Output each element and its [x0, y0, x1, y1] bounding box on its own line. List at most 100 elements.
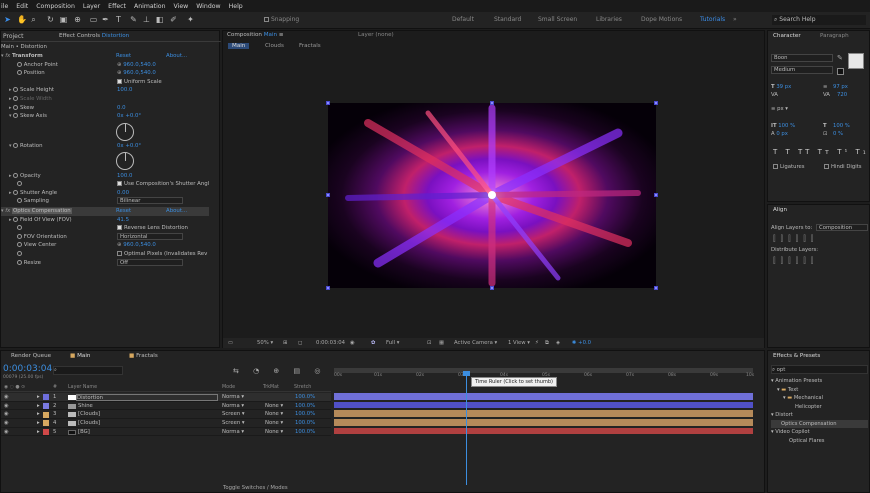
sampling-dropdown[interactable]: Bilinear: [117, 197, 183, 205]
resolution-dropdown[interactable]: Full ▾: [386, 338, 399, 348]
stopwatch-icon[interactable]: [13, 216, 19, 222]
reverse-lens-checkbox[interactable]: Reverse Lens Distortion: [117, 224, 188, 233]
tree-item[interactable]: ▾ Animation Presets: [771, 377, 868, 386]
breadcrumb-clouds[interactable]: Clouds: [265, 43, 284, 49]
stroke-color-swatch[interactable]: [837, 68, 844, 75]
tree-item[interactable]: ▾ Video Copilot: [771, 428, 868, 437]
stopwatch-icon[interactable]: [17, 181, 22, 187]
visibility-icon[interactable]: ◉: [4, 419, 9, 428]
stretch-value[interactable]: 100.0%: [295, 428, 315, 437]
menu-file[interactable]: ile: [1, 3, 8, 10]
stopwatch-icon[interactable]: [13, 189, 19, 195]
menu-window[interactable]: Window: [196, 3, 220, 10]
ligatures-checkbox[interactable]: Ligatures: [773, 164, 805, 170]
transform-handle[interactable]: [326, 286, 330, 290]
uniform-scale-checkbox[interactable]: Uniform Scale: [117, 78, 162, 87]
mode-dropdown[interactable]: Screen ▾: [222, 419, 245, 428]
mode-dropdown[interactable]: Norma ▾: [222, 402, 244, 411]
trkmat-dropdown[interactable]: None ▾: [265, 428, 283, 437]
transform-handle[interactable]: [654, 101, 658, 105]
roto-tool-icon[interactable]: ✐: [169, 15, 178, 25]
menu-edit[interactable]: Edit: [16, 3, 28, 10]
rotation-value[interactable]: 0x +0.0°: [117, 142, 141, 151]
layer-tab[interactable]: Layer (none): [358, 32, 394, 38]
transform-handle[interactable]: [326, 101, 330, 105]
label-color[interactable]: [43, 411, 49, 418]
breadcrumb-fractals[interactable]: Fractals: [299, 43, 321, 49]
pan-behind-tool-icon[interactable]: ⊕: [73, 15, 82, 25]
transform-handle[interactable]: [490, 286, 494, 290]
align-tab[interactable]: Align: [773, 207, 787, 213]
stopwatch-icon[interactable]: [17, 233, 22, 239]
transform-handle[interactable]: [326, 193, 330, 197]
expand-icon[interactable]: ▸: [37, 402, 40, 411]
footer-timecode[interactable]: 0:00:03:04: [316, 338, 345, 348]
optics-reset[interactable]: Reset: [116, 207, 131, 216]
transform-handle[interactable]: [654, 286, 658, 290]
tree-item[interactable]: ▾ ▬ Mechanical: [771, 394, 868, 403]
stopwatch-icon[interactable]: [13, 172, 19, 178]
timeline-switches[interactable]: ⇆ ◔ ⊕ ▤ ◎ ⊘: [233, 367, 347, 375]
transform-handle[interactable]: [490, 101, 494, 105]
trkmat-dropdown[interactable]: None ▾: [265, 419, 283, 428]
shutter-angle-value[interactable]: 0.00: [117, 189, 129, 198]
puppet-tool-icon[interactable]: ✦: [186, 15, 195, 25]
workspace-libraries[interactable]: Libraries: [596, 16, 622, 23]
fractals-tab[interactable]: ■ Fractals: [129, 353, 158, 359]
faux-styles[interactable]: T T TT Tт T¹ T₁: [773, 148, 869, 156]
camera-dropdown[interactable]: Active Camera ▾: [454, 338, 497, 348]
layer-search-input[interactable]: ⌕: [53, 366, 123, 375]
color-icon[interactable]: ✿: [371, 338, 375, 348]
trkmat-dropdown[interactable]: None ▾: [265, 410, 283, 419]
layer-row[interactable]: ◉ ▸ 2 Shine Norma ▾ None ▾ 100.0%: [1, 402, 331, 411]
paragraph-tab[interactable]: Paragraph: [820, 33, 849, 39]
transform-about[interactable]: About...: [166, 52, 187, 61]
expand-icon[interactable]: ▸: [37, 419, 40, 428]
tree-item[interactable]: Optical Flares: [771, 437, 868, 446]
stopwatch-icon[interactable]: [17, 259, 22, 265]
stretch-value[interactable]: 100.0%: [295, 419, 315, 428]
track-bar[interactable]: [334, 410, 753, 417]
eraser-tool-icon[interactable]: ◧: [155, 15, 164, 25]
type-tool-icon[interactable]: T: [114, 15, 123, 25]
label-color[interactable]: [43, 420, 49, 427]
mode-dropdown[interactable]: Screen ▾: [222, 410, 245, 419]
camera-tool-icon[interactable]: ▣: [59, 15, 68, 25]
brush-tool-icon[interactable]: ✎: [129, 15, 138, 25]
view-dropdown[interactable]: 1 View ▾: [508, 338, 530, 348]
toggle-switches-modes[interactable]: Toggle Switches / Modes: [223, 485, 288, 491]
rectangle-tool-icon[interactable]: ▭: [89, 15, 98, 25]
tree-item[interactable]: ▾ ▬ Text: [771, 386, 868, 395]
menu-animation[interactable]: Animation: [134, 3, 166, 10]
zoom-dropdown[interactable]: 50% ▾: [257, 338, 273, 348]
composition-tab[interactable]: Composition Main ≡: [227, 32, 284, 38]
3d-icon[interactable]: ◈: [556, 338, 560, 348]
pen-tool-icon[interactable]: ✒: [101, 15, 110, 25]
expand-icon[interactable]: ▸: [37, 410, 40, 419]
always-preview-icon[interactable]: ▭: [228, 338, 233, 348]
composition-viewer[interactable]: [328, 103, 656, 288]
layer-row[interactable]: ◉ ▸ 1 Distortion Norma ▾ 100.0%: [1, 393, 331, 402]
layer-name[interactable]: [BG]: [78, 428, 90, 437]
layer-row[interactable]: ◉ ▸ 5 [BG] Norma ▾ None ▾ 100.0%: [1, 428, 331, 437]
skew-axis-dial[interactable]: [116, 123, 134, 141]
anchor-value[interactable]: ⊕ 960.0,540.0: [117, 61, 156, 70]
baseline-value[interactable]: 0 px: [776, 131, 788, 137]
breadcrumb-main[interactable]: Main: [228, 43, 250, 49]
expand-icon[interactable]: ▸: [37, 393, 40, 402]
playhead-handle[interactable]: [463, 371, 470, 376]
trkmat-dropdown[interactable]: None ▾: [265, 402, 283, 411]
stopwatch-icon[interactable]: [17, 198, 22, 204]
transform-effect[interactable]: ▾ fx Transform Reset About...: [1, 52, 209, 61]
stopwatch-icon[interactable]: [17, 70, 22, 76]
track-bar[interactable]: [334, 393, 753, 400]
menu-composition[interactable]: Composition: [36, 3, 75, 10]
stopwatch-icon[interactable]: [13, 143, 19, 148]
timeline-timecode[interactable]: 0:00:03:04: [3, 364, 52, 374]
effects-presets-tab[interactable]: Effects & Presets: [773, 353, 820, 359]
fov-value[interactable]: 41.5: [117, 216, 129, 225]
workspace-dope-motions[interactable]: Dope Motions: [641, 16, 682, 23]
transparency-icon[interactable]: ▦: [439, 338, 444, 348]
use-shutter-checkbox[interactable]: Use Composition's Shutter Angl: [117, 180, 209, 189]
track-bar[interactable]: [334, 427, 753, 435]
